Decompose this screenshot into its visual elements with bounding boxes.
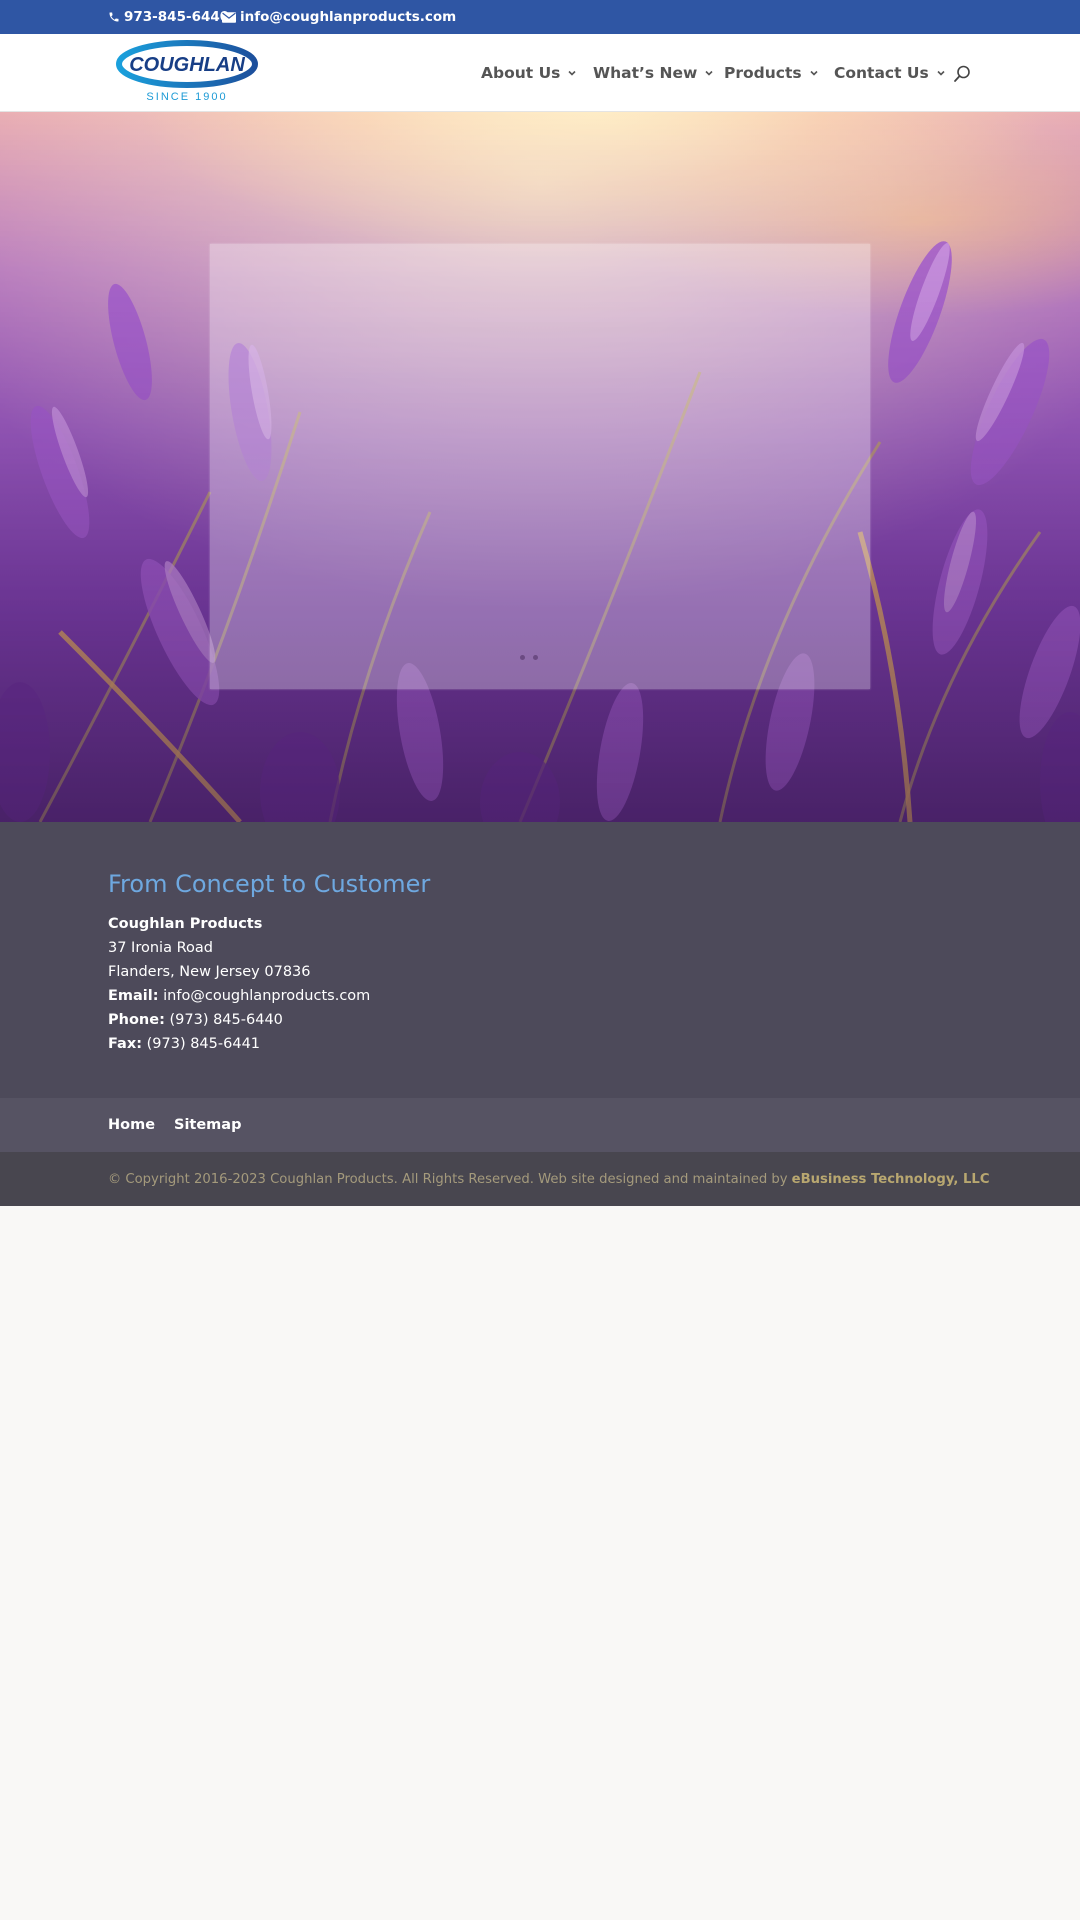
nav-products[interactable]: Products [724, 34, 820, 112]
nav-contact-us-label: Contact Us [834, 64, 929, 82]
footer-link-sitemap[interactable]: Sitemap [174, 1098, 241, 1152]
top-bar: 973-845-6440 info@coughlanproducts.com [0, 0, 1080, 34]
topbar-phone-text: 973-845-6440 [124, 9, 230, 25]
chevron-down-icon [705, 70, 713, 76]
footer-fax: (973) 845-6441 [146, 1036, 261, 1052]
footer-phone: (973) 845-6440 [169, 1012, 283, 1028]
topbar-email-text: info@coughlanproducts.com [240, 9, 457, 25]
copyright-bar: © Copyright 2016-2023 Coughlan Products.… [0, 1152, 1080, 1206]
site-header: COUGHLAN SINCE 1900 About Us What’s New … [0, 34, 1080, 112]
footer-heading: From Concept to Customer [108, 870, 431, 898]
copyright-text: © Copyright 2016-2023 Coughlan Products.… [108, 1171, 788, 1187]
address-line-1: 37 Ironia Road [108, 940, 213, 956]
phone-label: Phone: [108, 1012, 165, 1028]
company-name: Coughlan Products [108, 916, 263, 932]
logo-tagline: SINCE 1900 [146, 91, 227, 103]
nav-about-us[interactable]: About Us [481, 34, 578, 112]
footer-nav: Home Sitemap [0, 1098, 1080, 1152]
slider-dot[interactable] [520, 655, 525, 660]
footer-contact: From Concept to Customer Coughlan Produc… [0, 822, 1080, 1098]
topbar-email[interactable]: info@coughlanproducts.com [222, 0, 456, 34]
hero-content-box [210, 244, 870, 689]
nav-products-label: Products [724, 64, 802, 82]
nav-contact-us[interactable]: Contact Us [834, 34, 947, 112]
nav-whats-new[interactable]: What’s New [593, 34, 715, 112]
address-line-2: Flanders, New Jersey 07836 [108, 964, 311, 980]
chevron-down-icon [568, 70, 576, 76]
topbar-phone[interactable]: 973-845-6440 [108, 0, 229, 34]
coughlan-logo[interactable]: COUGHLAN SINCE 1900 [116, 40, 258, 106]
hero-slider [0, 112, 1080, 822]
slider-pagination [520, 655, 538, 660]
chevron-down-icon [937, 70, 945, 76]
nav-whats-new-label: What’s New [593, 64, 698, 82]
logo-wordmark: COUGHLAN [129, 54, 245, 76]
footer-contact-details: Coughlan Products 37 Ironia Road Flander… [108, 912, 370, 1056]
chevron-down-icon [810, 70, 818, 76]
designer-link[interactable]: eBusiness Technology, LLC [792, 1172, 990, 1187]
slider-dot[interactable] [533, 655, 538, 660]
fax-label: Fax: [108, 1036, 142, 1052]
phone-icon [109, 12, 119, 22]
footer-email-link[interactable]: info@coughlanproducts.com [163, 988, 370, 1004]
envelope-icon [222, 11, 236, 23]
search-icon[interactable] [952, 64, 972, 84]
email-label: Email: [108, 988, 159, 1004]
nav-about-us-label: About Us [481, 64, 561, 82]
footer-link-home[interactable]: Home [108, 1098, 155, 1152]
